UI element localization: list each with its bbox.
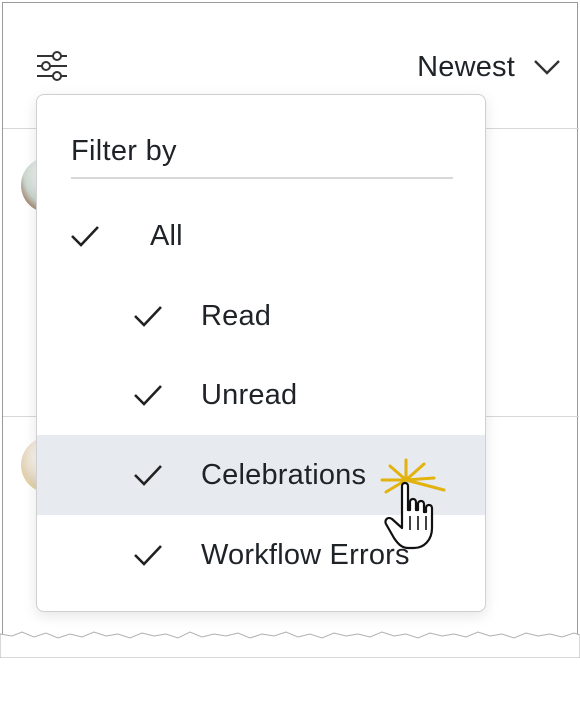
filter-option-label: Unread	[201, 378, 298, 411]
chevron-down-icon	[534, 60, 560, 75]
sliders-icon[interactable]	[35, 49, 69, 83]
filter-option-label: Workflow Errors	[201, 538, 410, 571]
sort-dropdown[interactable]: Newest	[417, 47, 561, 87]
filter-option-unread[interactable]: Unread	[37, 355, 485, 435]
check-icon	[71, 226, 99, 247]
torn-edge	[0, 631, 580, 658]
filter-option-celebrations[interactable]: Celebrations	[37, 435, 485, 515]
filter-option-label: All	[150, 219, 183, 252]
filter-option-all[interactable]: All	[37, 196, 485, 276]
check-icon	[134, 545, 162, 566]
filter-option-label: Read	[201, 299, 272, 332]
filter-option-read[interactable]: Read	[37, 276, 485, 356]
filter-option-workflow-errors[interactable]: Workflow Errors	[37, 515, 485, 595]
check-icon	[134, 465, 162, 486]
filter-menu: Filter by All Read Unread Celebrations W…	[36, 94, 486, 612]
filter-menu-title: Filter by	[71, 135, 177, 167]
check-icon	[134, 385, 162, 406]
filter-menu-divider	[71, 177, 453, 179]
filter-option-label: Celebrations	[201, 458, 367, 491]
check-icon	[134, 306, 162, 327]
sort-label: Newest	[417, 50, 515, 83]
